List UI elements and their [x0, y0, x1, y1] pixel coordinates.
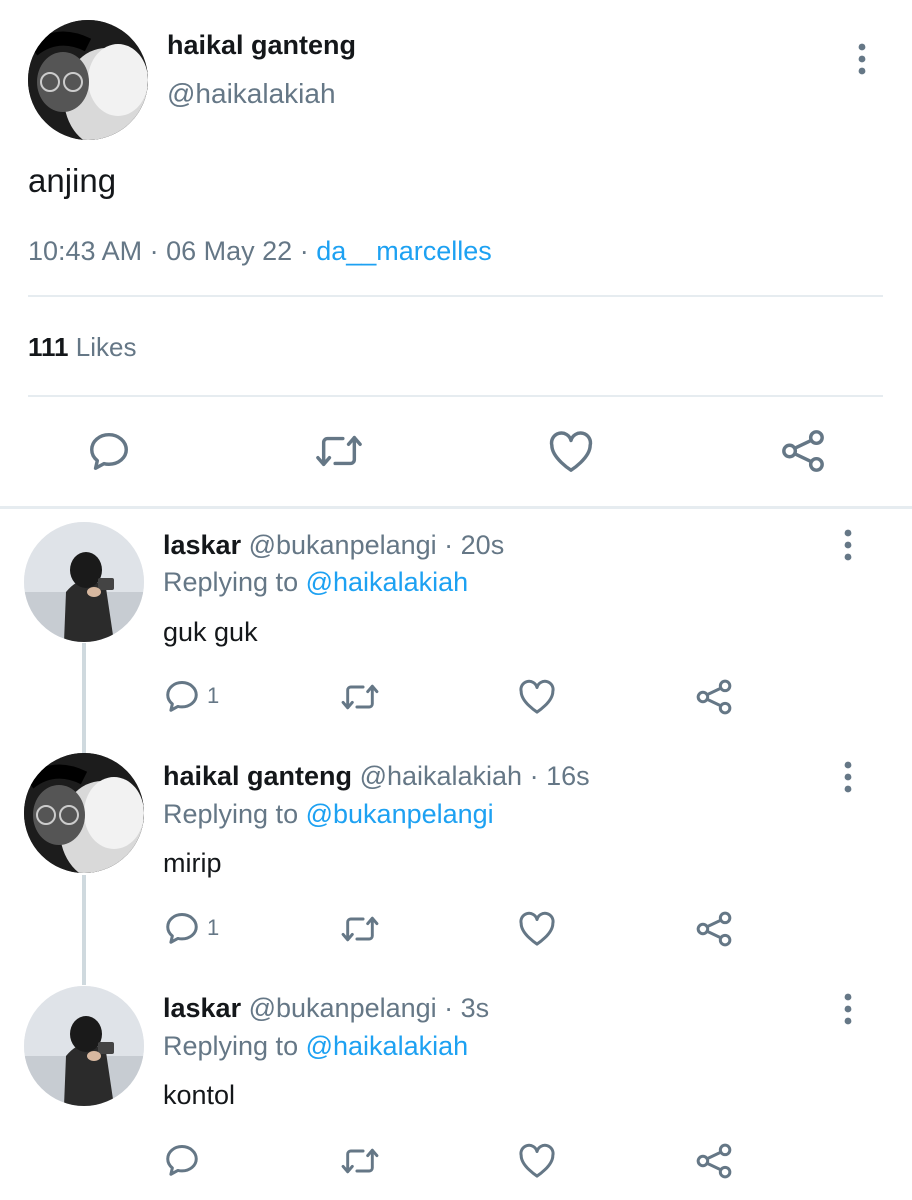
- reply-avatar[interactable]: [24, 986, 144, 1106]
- divider: [0, 506, 912, 509]
- reply-header: haikal ganteng @haikalakiah · 16s: [163, 761, 590, 792]
- reply-more-options-icon[interactable]: [838, 760, 858, 794]
- author-name[interactable]: haikal ganteng: [167, 30, 356, 61]
- replying-to-prefix: Replying to: [163, 799, 299, 829]
- heart-icon: [519, 911, 555, 946]
- replying-to-prefix: Replying to: [163, 567, 299, 597]
- author-avatar[interactable]: [28, 20, 148, 140]
- likes-count: 111: [28, 332, 69, 362]
- reply-retweet-button[interactable]: [340, 678, 380, 716]
- replying-to-link[interactable]: @haikalakiah: [306, 567, 469, 597]
- author-handle[interactable]: @haikalakiah: [167, 78, 336, 110]
- heart-icon: [519, 679, 555, 714]
- reply-avatar[interactable]: [24, 753, 144, 873]
- share-icon: [696, 679, 732, 715]
- replying-to-prefix: Replying to: [163, 1031, 299, 1061]
- replying-to-link[interactable]: @bukanpelangi: [306, 799, 494, 829]
- tweet-source-link[interactable]: da__marcelles: [316, 236, 492, 266]
- share-icon: [782, 430, 824, 472]
- like-button[interactable]: [548, 430, 594, 474]
- reply-more-options-icon[interactable]: [838, 528, 858, 562]
- heart-icon: [519, 1143, 555, 1178]
- thread-line: [82, 875, 86, 985]
- tweet-meta: 10:43 AM · 06 May 22 · da__marcelles: [28, 236, 492, 267]
- reply-time: · 16s: [529, 761, 590, 791]
- reply-author-handle[interactable]: @haikalakiah: [360, 761, 523, 791]
- retweet-button[interactable]: [314, 428, 364, 474]
- reply-text: kontol: [163, 1080, 236, 1110]
- reply-time: · 20s: [444, 530, 505, 560]
- meta-separator: ·: [149, 236, 159, 266]
- share-button[interactable]: [780, 428, 826, 474]
- reply-author-handle[interactable]: @bukanpelangi: [249, 530, 437, 560]
- replying-to: Replying to @bukanpelangi: [163, 799, 494, 830]
- comment-icon: [90, 432, 128, 470]
- tweet-date: 06 May 22: [166, 236, 293, 266]
- comment-icon: [166, 1145, 198, 1176]
- reply-like-button[interactable]: [518, 1143, 556, 1179]
- reply-author-name[interactable]: laskar: [163, 530, 241, 560]
- tweet-time: 10:43 AM: [28, 236, 143, 266]
- comment-icon: [166, 681, 198, 712]
- thread-line: [82, 643, 86, 753]
- share-icon: [696, 1143, 732, 1179]
- reply-comment-button[interactable]: 1: [163, 909, 219, 947]
- divider: [28, 295, 883, 297]
- reply-author-name[interactable]: laskar: [163, 993, 241, 1023]
- tweet-text: anjing: [28, 162, 117, 199]
- reply-more-options-icon[interactable]: [838, 992, 858, 1026]
- reply-retweet-button[interactable]: [340, 1142, 380, 1180]
- reply-count: 1: [207, 683, 220, 708]
- reply-text: guk guk: [163, 617, 258, 647]
- reply-text: mirip: [163, 848, 222, 878]
- retweet-icon: [341, 916, 379, 942]
- likes-stat[interactable]: 111 Likes: [28, 332, 136, 363]
- replying-to: Replying to @haikalakiah: [163, 567, 468, 598]
- reply-author-name[interactable]: haikal ganteng: [163, 761, 352, 791]
- reply-comment-button[interactable]: [163, 1141, 207, 1179]
- retweet-icon: [316, 435, 362, 467]
- reply-author-handle[interactable]: @bukanpelangi: [249, 993, 437, 1023]
- heart-icon: [549, 431, 593, 472]
- retweet-icon: [341, 684, 379, 710]
- reply-like-button[interactable]: [518, 679, 556, 715]
- reply-count: 1: [207, 915, 220, 940]
- reply-share-button[interactable]: [695, 678, 733, 716]
- reply-time: · 3s: [444, 993, 490, 1023]
- reply-retweet-button[interactable]: [340, 910, 380, 948]
- reply-share-button[interactable]: [695, 1142, 733, 1180]
- reply-like-button[interactable]: [518, 911, 556, 947]
- share-icon: [696, 911, 732, 947]
- more-options-icon[interactable]: [852, 42, 872, 76]
- divider: [28, 395, 883, 397]
- meta-separator: ·: [299, 236, 309, 266]
- comment-icon: [166, 913, 198, 944]
- reply-comment-button[interactable]: 1: [163, 677, 219, 715]
- replying-to-link[interactable]: @haikalakiah: [306, 1031, 469, 1061]
- reply-share-button[interactable]: [695, 910, 733, 948]
- reply-header: laskar @bukanpelangi · 20s: [163, 530, 504, 561]
- reply-button[interactable]: [86, 428, 132, 474]
- reply-header: laskar @bukanpelangi · 3s: [163, 993, 489, 1024]
- replying-to: Replying to @haikalakiah: [163, 1031, 468, 1062]
- reply-avatar[interactable]: [24, 522, 144, 642]
- retweet-icon: [341, 1148, 379, 1174]
- likes-label: Likes: [75, 332, 137, 362]
